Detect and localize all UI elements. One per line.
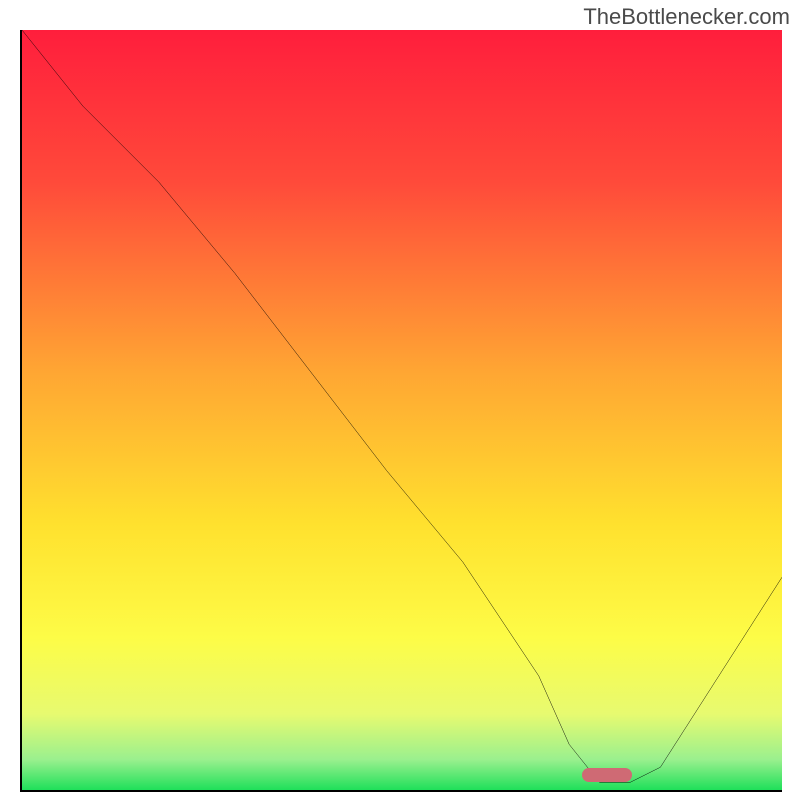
optimal-marker: [582, 768, 632, 782]
chart-container: TheBottlenecker.com: [0, 0, 800, 800]
bottleneck-curve: [22, 30, 782, 790]
watermark-text: TheBottlenecker.com: [583, 4, 790, 30]
plot-area: [20, 30, 782, 792]
